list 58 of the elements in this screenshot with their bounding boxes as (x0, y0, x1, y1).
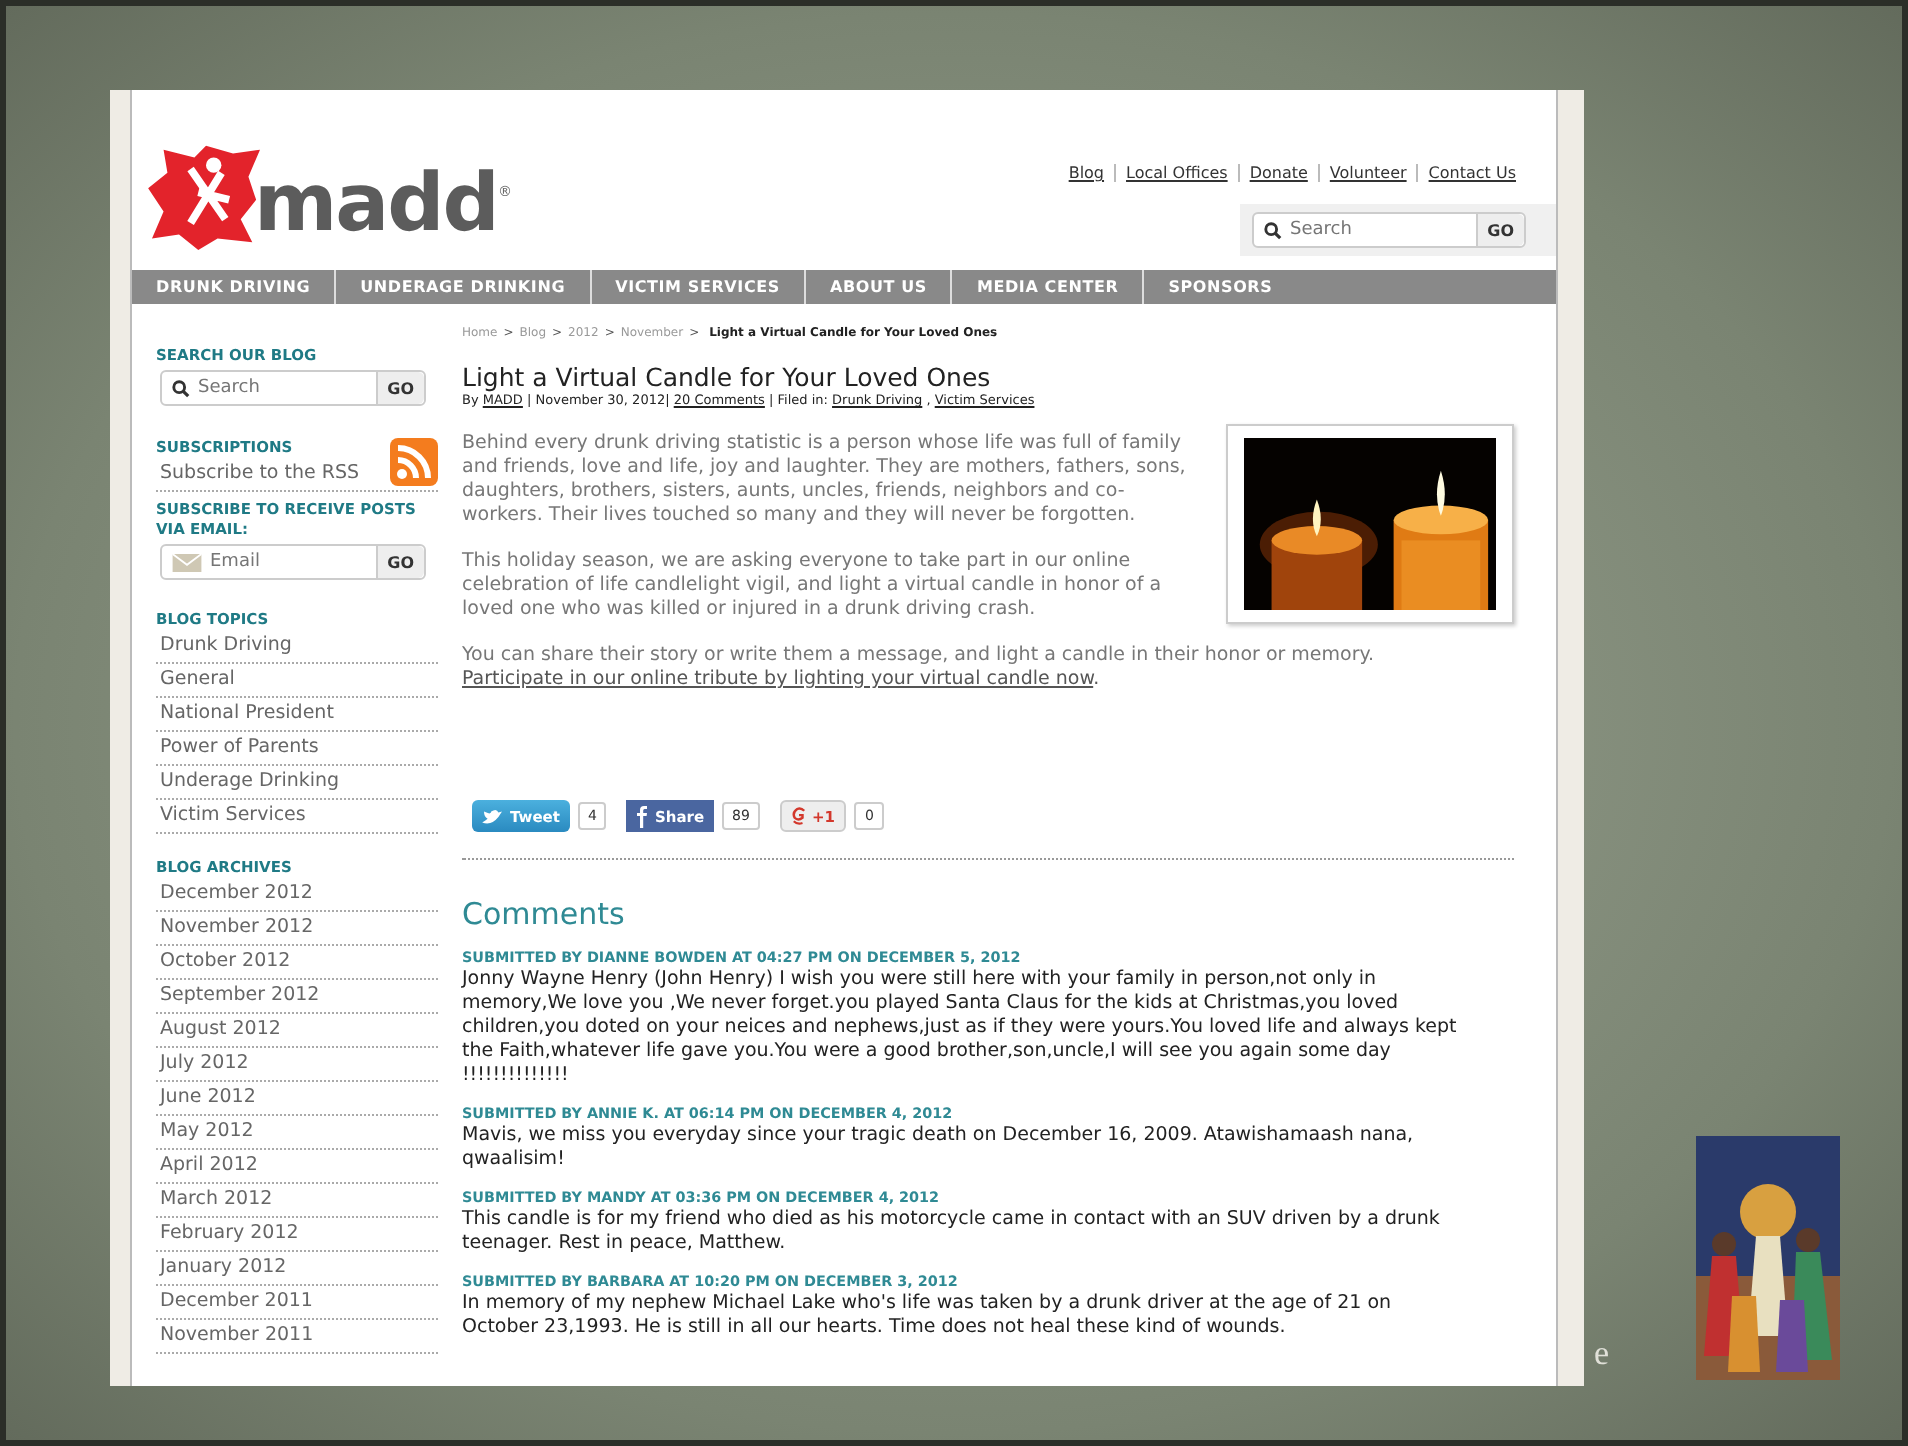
comment-text: This candle is for my friend who died as his motorcycle came in contact with an SUV driven by a drunk teenager. Rest in peace, Matthew. (462, 1208, 1442, 1256)
topic-link[interactable]: General (156, 664, 438, 698)
logo-text: madd (254, 158, 498, 250)
period-text: . (1093, 668, 1100, 690)
archive-link[interactable]: June 2012 (156, 1082, 438, 1116)
topic-link[interactable]: Victim Services (156, 800, 438, 834)
email-field[interactable]: Email GO (160, 544, 426, 580)
comments-heading: Comments (462, 896, 627, 932)
archive-link[interactable]: May 2012 (156, 1116, 438, 1150)
go-button[interactable]: GO (375, 546, 424, 578)
nav-tab[interactable]: SPONSORS (1144, 270, 1297, 304)
bird-icon (482, 807, 504, 825)
nav-tab[interactable]: DRUNK DRIVING (132, 270, 337, 304)
article-paragraph: You can share their story or write them a message, and light a candle in their honor or memory. (462, 644, 1377, 668)
tribute-link[interactable]: Participate in our online tribute by lighting your virtual candle now (462, 668, 1094, 690)
archive-link[interactable]: August 2012 (156, 1014, 438, 1048)
topic-link[interactable]: Underage Drinking (156, 766, 438, 800)
article-paragraph: This holiday season, we are asking everyone to take part in our online celebration of life candlelight vigil, and light a virtual candle in honor of a loved one who was killed or injured in a drunk driving crash. (462, 550, 1164, 622)
search-icon (172, 379, 190, 397)
google-icon (791, 806, 806, 826)
archive-link[interactable]: February 2012 (156, 1218, 438, 1252)
envelope-icon (172, 553, 202, 571)
slide-text: e (1594, 1334, 1610, 1374)
nav-tab[interactable]: VICTIM SERVICES (591, 270, 806, 304)
rss-link[interactable]: Subscribe to the RSS (156, 458, 360, 490)
top-nav-link[interactable]: Local Offices (1126, 164, 1228, 182)
top-nav-link[interactable]: Volunteer (1329, 164, 1407, 182)
archive-link[interactable]: April 2012 (156, 1150, 438, 1184)
comment-text: In memory of my nephew Michael Lake who's life was taken by a drunk driver at the age of 21 on October 23,1993. He is still in all our hearts. Time does not heal these kind of wounds. (462, 1292, 1394, 1340)
search-icon (1264, 221, 1282, 239)
comment-text: Mavis, we miss you everyday since your tragic death on December 16, 2009. Atawishamaash nana, qwaalisim! (462, 1124, 1416, 1172)
archive-link[interactable]: March 2012 (156, 1184, 438, 1218)
archive-link[interactable]: January 2012 (156, 1252, 438, 1286)
top-nav-link[interactable]: Blog (1068, 164, 1105, 182)
topic-link[interactable]: Drunk Driving (156, 630, 438, 664)
facebook-icon (636, 805, 649, 827)
topic-link[interactable]: National President (156, 698, 438, 732)
article-paragraph: Behind every drunk driving statistic is a person whose life was full of family and friends, love and life, joy and laughter. They are mothers, fathers, sons, daughters, brothers, sisters, aunts, uncles, friends, neighbors and co-workers. Their lives touched so many and they will never be forgotten. (462, 432, 1186, 528)
go-button[interactable]: GO (375, 372, 424, 404)
topic-link[interactable]: Power of Parents (156, 732, 438, 766)
archive-link[interactable]: December 2012 (156, 878, 438, 912)
article-title: Light a Virtual Candle for Your Loved Ones (462, 364, 993, 392)
nav-tab[interactable]: UNDERAGE DRINKING (336, 270, 592, 304)
top-nav-link[interactable]: Contact Us (1428, 164, 1516, 182)
archive-link[interactable]: December 2011 (156, 1286, 438, 1320)
archive-link[interactable]: July 2012 (156, 1048, 438, 1082)
go-button[interactable]: GO (1475, 214, 1524, 246)
rss-icon[interactable] (390, 438, 438, 486)
nav-tab[interactable]: MEDIA CENTER (952, 270, 1145, 304)
archive-link[interactable]: November 2011 (156, 1320, 438, 1354)
blog-search-field[interactable]: Search GO (160, 370, 426, 406)
archive-link[interactable]: September 2012 (156, 980, 438, 1014)
search-field[interactable]: Search GO (1252, 212, 1526, 248)
archive-link[interactable]: November 2012 (156, 912, 438, 946)
top-nav-link[interactable]: Donate (1249, 164, 1308, 182)
archive-link[interactable]: October 2012 (156, 946, 438, 980)
comment-text: Jonny Wayne Henry (John Henry) I wish you were still here with your family in person,not only in memory,We love you ,We never forget.you played Santa Claus for the kids at Christmas,you loved children,you doted on your neices and nephews,just as if they were yours.You loved life and always kept the Faith,whatever life gave you.You were a good brother,son,uncle,I will see you again some day !!!!!!!!!!!!!! (462, 968, 1459, 1088)
nav-tab[interactable]: ABOUT US (805, 270, 953, 304)
